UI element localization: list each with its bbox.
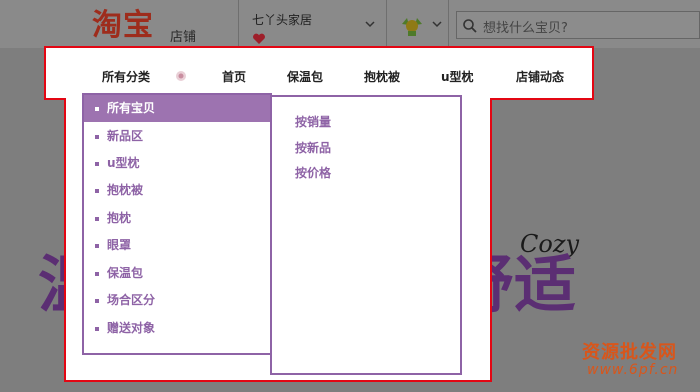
- category-item-new[interactable]: 新品区: [84, 123, 270, 150]
- rose-icon: [176, 71, 186, 81]
- category-label: u型枕: [107, 156, 140, 170]
- nav-item-pillow-quilt[interactable]: 抱枕被: [364, 68, 400, 85]
- category-label: 保温包: [107, 266, 144, 280]
- watermark-text: 资源批发网: [582, 342, 677, 363]
- bullet: [95, 134, 99, 139]
- search-icon[interactable]: [462, 18, 478, 34]
- taobao-logo[interactable]: 淘宝: [92, 9, 154, 43]
- nav-item-home[interactable]: 首页: [222, 68, 246, 85]
- header-divider: [386, 0, 387, 48]
- bullet: [95, 298, 99, 303]
- search-placeholder: 想找什么宝贝?: [483, 21, 568, 36]
- category-item-thermal-bag[interactable]: 保温包: [84, 260, 270, 287]
- category-item-occasion[interactable]: 场合区分: [84, 287, 270, 314]
- heart-icon: [253, 33, 265, 44]
- category-label: 抱枕被: [107, 183, 144, 197]
- sort-by-sales[interactable]: 按销量: [295, 113, 331, 130]
- bullet: [95, 161, 99, 166]
- nav-item-u-pillow[interactable]: u型枕: [441, 68, 474, 85]
- nav-item-shop-news[interactable]: 店铺动态: [516, 68, 564, 85]
- category-item-all[interactable]: 所有宝贝: [84, 95, 270, 122]
- watermark-url: www.6pf.cn: [587, 362, 679, 378]
- sort-by-price[interactable]: 按价格: [295, 164, 331, 181]
- logo-subtitle: 店铺: [170, 30, 197, 45]
- category-item-gift-target[interactable]: 赠送对象: [84, 315, 270, 342]
- sort-by-new[interactable]: 按新品: [295, 139, 331, 156]
- shop-name[interactable]: 七丫头家居: [252, 11, 312, 28]
- category-label: 场合区分: [107, 293, 156, 307]
- category-label: 眼罩: [107, 238, 132, 252]
- nav-item-all-categories[interactable]: 所有分类: [102, 68, 150, 85]
- category-label: 抱枕: [107, 211, 132, 225]
- chevron-down-icon[interactable]: [365, 20, 375, 28]
- category-item-u-pillow[interactable]: u型枕: [84, 150, 270, 177]
- category-label: 所有宝贝: [107, 101, 156, 115]
- category-list: 所有宝贝 新品区 u型枕 抱枕被 抱枕 眼罩 保温包 场合区分 赠送对象: [82, 93, 272, 355]
- bullet: [95, 243, 99, 248]
- bullet: [95, 106, 99, 111]
- header-divider: [238, 0, 239, 48]
- bullet: [95, 271, 99, 276]
- bullet: [95, 326, 99, 331]
- category-item-pillow[interactable]: 抱枕: [84, 205, 270, 232]
- chevron-down-icon[interactable]: [432, 20, 442, 28]
- category-label: 赠送对象: [107, 321, 156, 335]
- category-label: 新品区: [107, 129, 144, 143]
- category-item-pillow-quilt[interactable]: 抱枕被: [84, 177, 270, 204]
- bullet: [95, 216, 99, 221]
- medal-icon: [402, 18, 422, 36]
- bullet: [95, 188, 99, 193]
- header-divider: [448, 0, 449, 48]
- shop-header: 淘宝 店铺 七丫头家居 想找什么宝贝?: [0, 0, 700, 48]
- category-item-eye-mask[interactable]: 眼罩: [84, 232, 270, 259]
- sort-panel: [270, 95, 462, 375]
- nav-item-thermal-bag[interactable]: 保温包: [287, 68, 323, 85]
